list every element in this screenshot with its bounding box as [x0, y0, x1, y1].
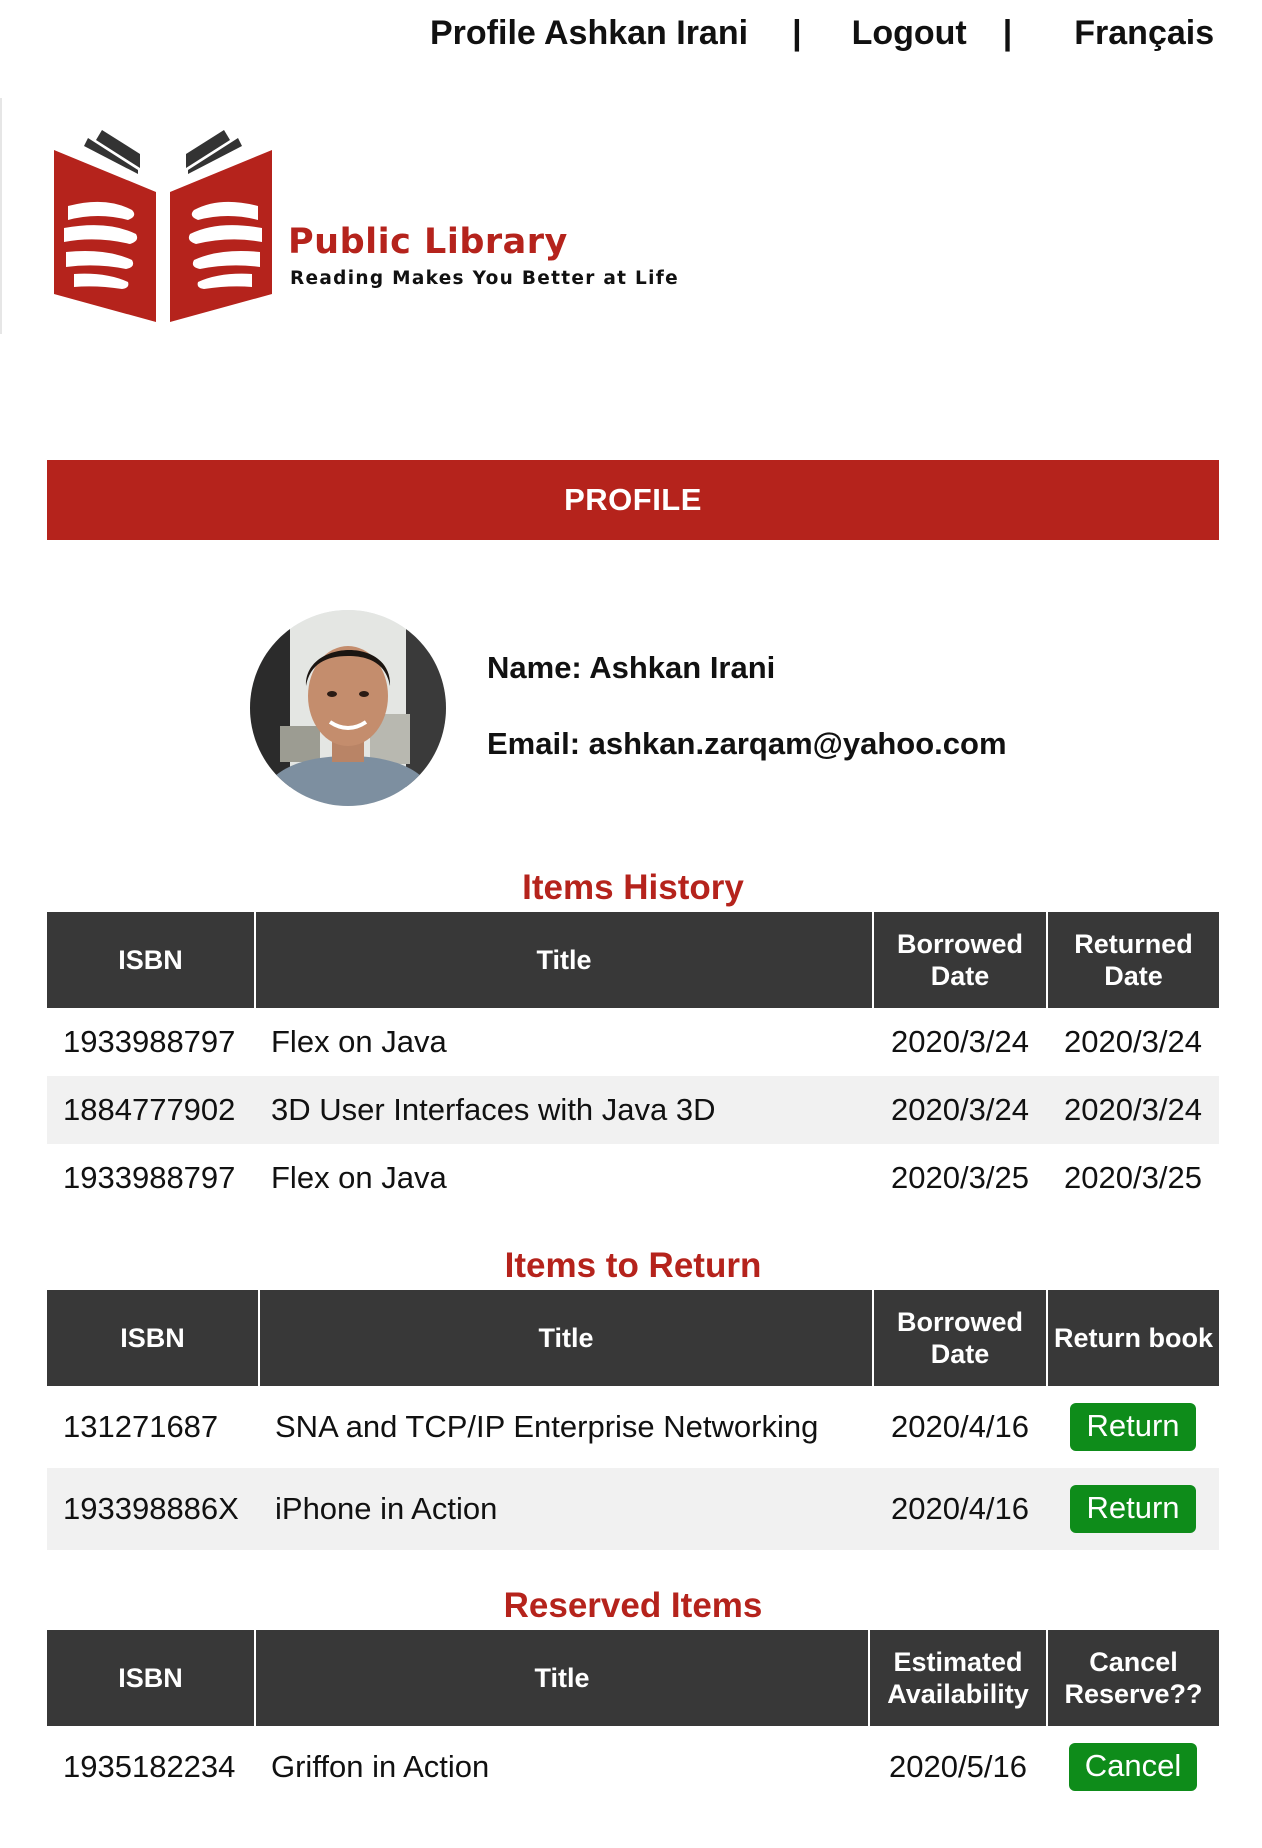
return-button[interactable]: Return	[1070, 1403, 1196, 1451]
table-row: 1933988797 Flex on Java 2020/3/24 2020/3…	[47, 1008, 1219, 1076]
table-row: 1884777902 3D User Interfaces with Java …	[47, 1076, 1219, 1144]
profile-link[interactable]: Profile Ashkan Irani	[430, 14, 748, 53]
reserved-items-title: Reserved Items	[503, 1586, 763, 1625]
return-button[interactable]: Return	[1070, 1485, 1196, 1533]
column-header: Title	[254, 912, 873, 1008]
isbn-cell: 1933988797	[63, 1160, 236, 1195]
cancel-cell: Cancel	[1047, 1726, 1219, 1808]
title-cell: 3D User Interfaces with Java 3D	[255, 1076, 873, 1144]
column-header: Cancel Reserve??	[1046, 1630, 1219, 1726]
items-to-return-title: Items to Return	[504, 1246, 762, 1285]
returned-date-cell: 2020/3/24	[1047, 1076, 1219, 1144]
table-row: 131271687 SNA and TCP/IP Enterprise Netw…	[47, 1386, 1219, 1468]
table-row: 1933988797 Flex on Java 2020/3/25 2020/3…	[47, 1144, 1219, 1212]
column-header: Borrowed Date	[872, 1290, 1047, 1386]
top-nav: Profile Ashkan Irani | Logout | Français	[430, 14, 1214, 53]
banner-title: PROFILE	[564, 482, 702, 517]
title-cell: Flex on Java	[271, 1160, 447, 1195]
site-title: Public Library	[288, 222, 568, 262]
column-header: ISBN	[47, 1290, 259, 1386]
column-header: Title	[254, 1630, 869, 1726]
return-cell: Return	[1047, 1468, 1219, 1550]
site-tagline: Reading Makes You Better at Life	[290, 268, 679, 289]
column-header: Borrowed Date	[872, 912, 1047, 1008]
items-history-table: ISBN Title Borrowed Date Returned Date 1…	[47, 912, 1219, 1212]
user-email: Email: ashkan.zarqam@yahoo.com	[487, 726, 1007, 761]
returned-date-cell: 2020/3/24	[1064, 1024, 1202, 1059]
title-cell: Flex on Java	[271, 1024, 447, 1059]
isbn-cell: 1933988797	[63, 1024, 236, 1059]
user-name: Name: Ashkan Irani	[487, 650, 776, 685]
user-photo	[250, 610, 446, 806]
book-logo-icon[interactable]	[48, 110, 278, 335]
profile-banner: PROFILE	[47, 460, 1219, 540]
logout-link[interactable]: Logout	[852, 14, 967, 53]
table-row: 193398886X iPhone in Action 2020/4/16 Re…	[47, 1468, 1219, 1550]
title-cell: Griffon in Action	[271, 1749, 490, 1784]
column-header: ISBN	[47, 1630, 255, 1726]
items-to-return-table: ISBN Title Borrowed Date Return book 131…	[47, 1290, 1219, 1550]
column-header: Return book	[1046, 1290, 1219, 1386]
nav-separator: |	[1002, 14, 1013, 52]
isbn-cell: 131271687	[63, 1409, 219, 1444]
borrowed-date-cell: 2020/3/24	[891, 1024, 1029, 1059]
reserved-items-table: ISBN Title Estimated Availability Cancel…	[47, 1630, 1219, 1808]
title-cell: iPhone in Action	[259, 1468, 873, 1550]
borrowed-date-cell: 2020/3/25	[891, 1160, 1029, 1195]
borrowed-date-cell: 2020/3/24	[873, 1076, 1047, 1144]
isbn-cell: 1935182234	[63, 1749, 236, 1784]
title-cell: SNA and TCP/IP Enterprise Networking	[275, 1409, 819, 1444]
borrowed-date-cell: 2020/4/16	[891, 1409, 1029, 1444]
items-history-title: Items History	[522, 868, 744, 907]
isbn-cell: 1884777902	[47, 1076, 255, 1144]
divider	[0, 98, 2, 334]
column-header: Title	[258, 1290, 873, 1386]
isbn-cell: 193398886X	[47, 1468, 259, 1550]
avatar	[250, 610, 446, 806]
returned-date-cell: 2020/3/25	[1064, 1160, 1202, 1195]
nav-separator: |	[792, 14, 802, 52]
column-header: Estimated Availability	[868, 1630, 1047, 1726]
borrowed-date-cell: 2020/4/16	[873, 1468, 1047, 1550]
availability-cell: 2020/5/16	[889, 1749, 1027, 1784]
column-header: ISBN	[47, 912, 255, 1008]
column-header: Returned Date	[1046, 912, 1219, 1008]
cancel-reserve-button[interactable]: Cancel	[1068, 1743, 1198, 1791]
return-cell: Return	[1047, 1386, 1219, 1468]
table-row: 1935182234 Griffon in Action 2020/5/16 C…	[47, 1726, 1219, 1808]
language-switch-link[interactable]: Français	[1074, 14, 1214, 53]
